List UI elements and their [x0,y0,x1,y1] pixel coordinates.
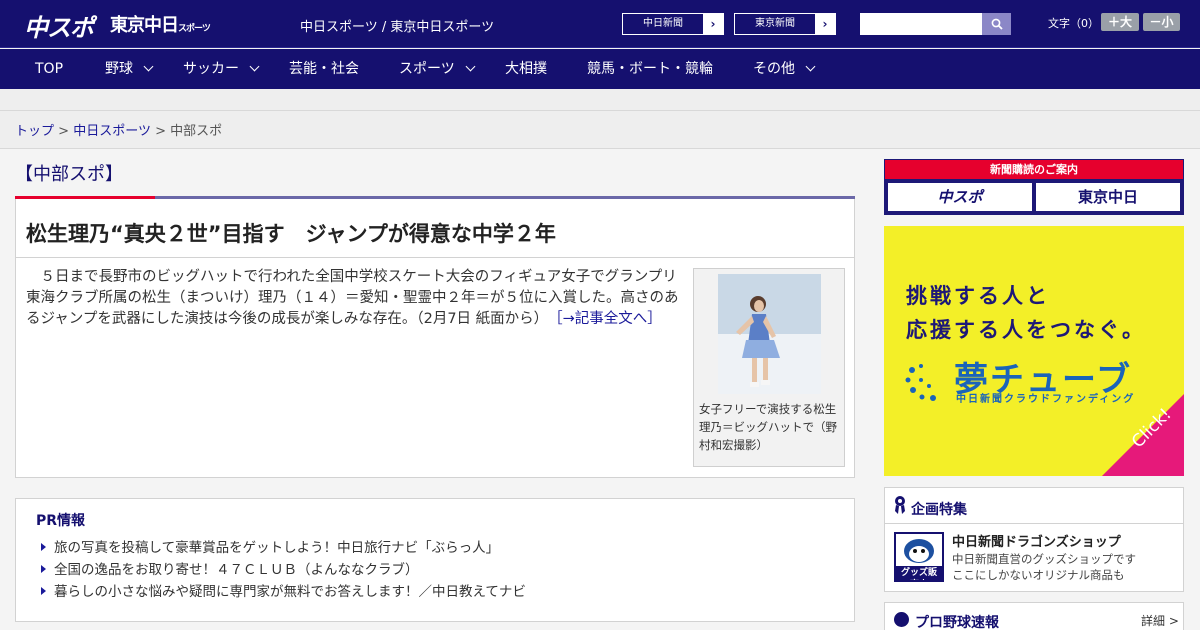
feature-box: 企画特集 グッズ販売中 中日新聞ドラゴンズショップ 中日新聞直営のグッズショップ… [884,487,1184,592]
tokyo-chunichi-logo-text: 東京中日 [110,15,179,36]
chevron-down-icon [805,61,816,72]
subscribe-strip: 新聞購読のご案内 [885,160,1183,179]
nav-item-label: 芸能・社会 [289,61,359,77]
breadcrumb-current: 中部スポ [170,124,223,139]
baseball-scores-box: プロ野球速報 詳細 > [884,602,1184,630]
thumb-label: グッズ販売中 [900,568,937,578]
sub-band [0,89,1200,111]
feature-header: 企画特集 [885,488,1183,524]
article-card: 松生理乃“真央２世”目指す ジャンプが得意な中学２年 ５日まで長野市のビッグハッ… [15,199,855,478]
nav-item-other[interactable]: その他 [753,49,816,89]
pr-item-text: 暮らしの小さな悩みや疑問に専門家が無料でお答えします！／中日教えてナビ [54,584,526,600]
feature-description: 中日新聞直営のグッズショップです ここにしかないオリジナル商品も [952,551,1136,583]
read-more-link[interactable]: ［→記事全文へ］ [555,311,661,327]
article-photo[interactable] [718,274,821,394]
chunichi-shimbun-link[interactable]: 中日新聞 › [622,13,724,35]
nav-item-label: 大相撲 [505,61,547,77]
subscribe-logo-chuspo: 中スポ [888,183,1032,211]
search-input[interactable] [860,13,982,35]
nav-item-sports[interactable]: スポーツ [399,49,476,89]
pr-box: PR情報 旅の写真を投稿して豪華賞品をゲットしよう！中日旅行ナビ「ぶらっ人」 全… [15,498,855,622]
section-title: 【中部スポ】 [15,164,123,185]
triangle-right-icon [41,587,46,595]
chevron-down-icon [143,61,154,72]
pr-item[interactable]: 全国の逸品をお取り寄せ！４７ＣＬＵＢ（よんななクラブ） [41,559,526,581]
pr-title: PR情報 [36,513,86,529]
main-nav: TOP 野球 サッカー 芸能・社会 スポーツ 大相撲 競馬・ボート・競輪 その他 [0,49,1200,89]
figure-skater-photo [718,274,821,394]
feature-desc-line: 中日新聞直営のグッズショップです [952,552,1136,566]
subscribe-banner[interactable]: 新聞購読のご案内 中スポ 東京中日 [884,159,1184,215]
search-button[interactable] [982,13,1011,35]
nav-item-label: 野球 [105,61,133,77]
chevron-down-icon [465,61,476,72]
baseball-icon [894,612,909,627]
nav-item-baseball[interactable]: 野球 [105,49,154,89]
nav-item-racing[interactable]: 競馬・ボート・競輪 [587,49,713,89]
tokyo-chunichi-logo[interactable]: 東京中日スポーツ [110,11,211,37]
baseball-detail-link[interactable]: 詳細 > [1141,612,1179,629]
font-larger-button[interactable]: ＋大 [1101,13,1139,31]
nav-item-label: その他 [753,61,795,77]
tokyo-chunichi-logo-small: スポーツ [178,24,211,34]
pr-item-text: 旅の写真を投稿して豪華賞品をゲットしよう！中日旅行ナビ「ぶらっ人」 [54,540,500,556]
pr-item-text: 全国の逸品をお取り寄せ！４７ＣＬＵＢ（よんななクラブ） [54,562,419,578]
yume-tube-ad[interactable]: 挑戦する人と 応援する人をつなぐ。 夢チューブ 中日新聞クラウドファンディング … [884,226,1184,476]
search-icon [991,18,1003,30]
baseball-title: プロ野球速報 [915,615,999,630]
chevron-down-icon [249,61,260,72]
chuspo-logo[interactable]: 中スポ [24,8,94,43]
triangle-right-icon [41,565,46,573]
pr-item[interactable]: 旅の写真を投稿して豪華賞品をゲットしよう！中日旅行ナビ「ぶらっ人」 [41,537,526,559]
pr-list: 旅の写真を投稿して豪華賞品をゲットしよう！中日旅行ナビ「ぶらっ人」 全国の逸品を… [41,537,526,603]
ribbon-icon [895,496,905,514]
font-size-label: 文字（0） [1048,17,1099,30]
nav-item-soccer[interactable]: サッカー [183,49,260,89]
breadcrumb-parent-link[interactable]: 中日スポーツ [73,124,151,139]
dragons-shop-link[interactable]: 中日新聞ドラゴンズショップ [952,531,1121,550]
pr-item[interactable]: 暮らしの小さな悩みや疑問に専門家が無料でお答えします！／中日教えてナビ [41,581,526,603]
nav-item-label: スポーツ [399,61,455,77]
headline-divider [16,257,854,258]
article-photo-box: 女子フリーで演技する松生理乃＝ビッグハットで（野村和宏撮影） [693,268,845,467]
feature-title: 企画特集 [911,502,967,518]
chevron-right-icon: › [815,14,835,34]
breadcrumb-top-link[interactable]: トップ [15,124,54,139]
breadcrumb-separator: > [155,124,166,139]
nav-item-label: サッカー [183,61,239,77]
article-body: ５日まで長野市のビッグハットで行われた全国中学校スケート大会のフィギュア女子でグ… [26,267,684,330]
photo-caption: 女子フリーで演技する松生理乃＝ビッグハットで（野村和宏撮影） [699,402,837,452]
breadcrumb-separator: > [58,124,70,139]
subscribe-logo-tokyo: 東京中日 [1036,183,1180,211]
chevron-right-icon: › [703,14,723,34]
triangle-right-icon [41,543,46,551]
chunichi-shimbun-label: 中日新聞 [643,18,683,29]
top-bar: 中スポ 東京中日スポーツ 中日スポーツ / 東京中日スポーツ 中日新聞 › 東京… [0,0,1200,48]
nav-item-top[interactable]: TOP [35,49,63,89]
article-headline: 松生理乃“真央２世”目指す ジャンプが得意な中学２年 [26,222,556,246]
nav-item-label: 競馬・ボート・競輪 [587,61,713,77]
tokyo-shimbun-link[interactable]: 東京新聞 › [734,13,836,35]
font-smaller-button[interactable]: －小 [1143,13,1180,31]
breadcrumb: トップ > 中日スポーツ > 中部スポ [0,111,1200,149]
dragons-shop-thumb[interactable]: グッズ販売中 [894,532,944,582]
nav-item-sumo[interactable]: 大相撲 [505,49,547,89]
site-title: 中日スポーツ / 東京中日スポーツ [300,20,495,35]
nav-item-entertainment[interactable]: 芸能・社会 [289,49,359,89]
feature-desc-line: ここにしかないオリジナル商品も [952,568,1125,582]
nav-item-label: TOP [35,61,64,77]
tokyo-shimbun-label: 東京新聞 [755,18,795,29]
